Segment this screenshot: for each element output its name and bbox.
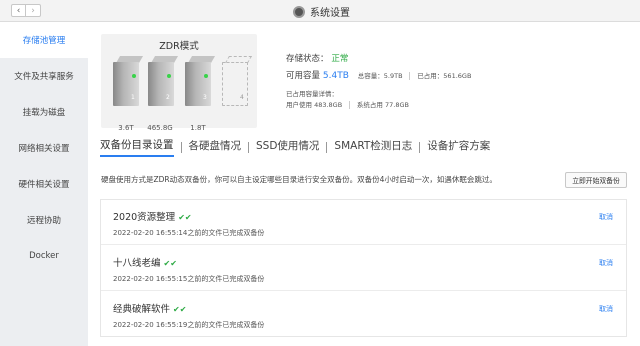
main-panel: ZDR模式 1 2 3 4 3.6T 465.8G 1.8T 存储状态： 正常 …	[88, 22, 640, 346]
cancel-link[interactable]: 取消	[599, 258, 613, 268]
backup-item-name-row: 十八线老编 ✔✔	[113, 255, 177, 269]
sidebar-item-file-sharing[interactable]: 文件及共享服务	[0, 58, 88, 94]
window-title-group: 系统设置	[293, 4, 350, 19]
zdr-disk-card: ZDR模式 1 2 3 4 3.6T 465.8G 1.8T	[101, 34, 257, 132]
disk-3-icon: 3	[185, 56, 216, 112]
cancel-link[interactable]: 取消	[599, 212, 613, 222]
tab-disk-status[interactable]: 各硬盘情况	[189, 138, 242, 156]
user-used: 用户使用 483.8GB	[286, 101, 343, 109]
disk-1-capacity: 3.6T	[118, 124, 134, 132]
storage-status-label: 存储状态：	[286, 54, 329, 64]
disk-4-number: 4	[240, 94, 244, 101]
sidebar-item-docker[interactable]: Docker	[0, 238, 88, 274]
title-bar: ‹ › 系统设置	[0, 0, 640, 22]
double-check-icon: ✔✔	[173, 305, 187, 314]
backup-description: 硬盘使用方式是ZDR动态双备份，你可以自主设定哪些目录进行安全双备份。双备份4小…	[101, 175, 497, 184]
list-item: 经典破解软件 ✔✔ 2022-02-20 16:55:19之前的文件已完成双备份 …	[101, 292, 626, 337]
sidebar: 存储池管理 文件及共享服务 挂载为磁盘 网络相关设置 硬件相关设置 远程协助 D…	[0, 22, 88, 346]
used-detail-row: 用户使用 483.8GB 系统占用 77.8GB	[286, 99, 409, 110]
sidebar-item-mount-disk[interactable]: 挂载为磁盘	[0, 94, 88, 130]
storage-status-row: 存储状态： 正常	[286, 52, 348, 64]
tab-smart-log[interactable]: SMART检测日志	[334, 138, 412, 156]
sidebar-item-storage-pool[interactable]: 存储池管理	[0, 22, 88, 58]
double-check-icon: ✔✔	[163, 259, 177, 268]
capacity-value: 5.4TB	[322, 71, 349, 81]
used-detail-label: 已占用容量详情：	[286, 90, 338, 98]
list-item: 十八线老编 ✔✔ 2022-02-20 16:55:15之前的文件已完成双备份 取…	[101, 246, 626, 291]
nav-buttons: ‹ ›	[11, 4, 41, 17]
tab-bar: 双备份目录设置 各硬盘情况 SSD使用情况 SMART检测日志 设备扩容方案	[100, 137, 490, 157]
back-button[interactable]: ‹	[11, 4, 26, 17]
backup-item-time: 2022-02-20 16:55:19之前的文件已完成双备份	[113, 321, 265, 329]
backup-item-name: 2020资源整理	[113, 212, 176, 223]
tab-backup-dirs[interactable]: 双备份目录设置	[100, 137, 174, 157]
disk-2-icon: 2	[148, 56, 179, 112]
disk-4-empty-slot-icon: 4	[222, 56, 253, 112]
backup-item-name: 十八线老编	[113, 258, 161, 269]
backup-item-time: 2022-02-20 16:55:15之前的文件已完成双备份	[113, 275, 265, 283]
backup-item-time: 2022-02-20 16:55:14之前的文件已完成双备份	[113, 229, 265, 237]
forward-button[interactable]: ›	[26, 4, 41, 17]
sidebar-item-hardware[interactable]: 硬件相关设置	[0, 166, 88, 202]
sidebar-item-network[interactable]: 网络相关设置	[0, 130, 88, 166]
backup-item-name: 经典破解软件	[113, 304, 171, 315]
backup-list: 2020资源整理 ✔✔ 2022-02-20 16:55:14之前的文件已完成双备…	[100, 199, 627, 337]
used-capacity: 已占用：561.6GB	[417, 72, 472, 80]
list-item: 2020资源整理 ✔✔ 2022-02-20 16:55:14之前的文件已完成双备…	[101, 200, 626, 245]
total-capacity: 总容量：5.9TB	[357, 72, 403, 80]
window-title: 系统设置	[310, 8, 350, 19]
disk-2-number: 2	[166, 94, 170, 101]
zdr-title: ZDR模式	[159, 41, 199, 52]
tab-ssd-usage[interactable]: SSD使用情况	[256, 138, 319, 156]
capacity-label: 可用容量	[286, 71, 321, 81]
sidebar-item-remote-assist[interactable]: 远程协助	[0, 202, 88, 238]
backup-item-name-row: 2020资源整理 ✔✔	[113, 209, 192, 223]
cancel-link[interactable]: 取消	[599, 304, 613, 314]
disk-3-number: 3	[203, 94, 207, 101]
backup-item-name-row: 经典破解软件 ✔✔	[113, 301, 186, 315]
disk-1-number: 1	[131, 94, 135, 101]
disk-3-capacity: 1.8T	[190, 124, 206, 132]
double-check-icon: ✔✔	[178, 213, 192, 222]
storage-status-value: 正常	[331, 54, 349, 64]
start-backup-button[interactable]: 立即开始双备份	[565, 172, 627, 188]
capacity-row: 可用容量 5.4TB 总容量：5.9TB 已占用：561.6GB	[286, 69, 471, 81]
settings-app-icon	[293, 5, 305, 18]
disk-1-icon: 1	[113, 56, 144, 112]
tab-expansion-plan[interactable]: 设备扩容方案	[427, 138, 490, 156]
system-used: 系统占用 77.8GB	[356, 101, 409, 109]
disk-2-capacity: 465.8G	[147, 124, 173, 132]
